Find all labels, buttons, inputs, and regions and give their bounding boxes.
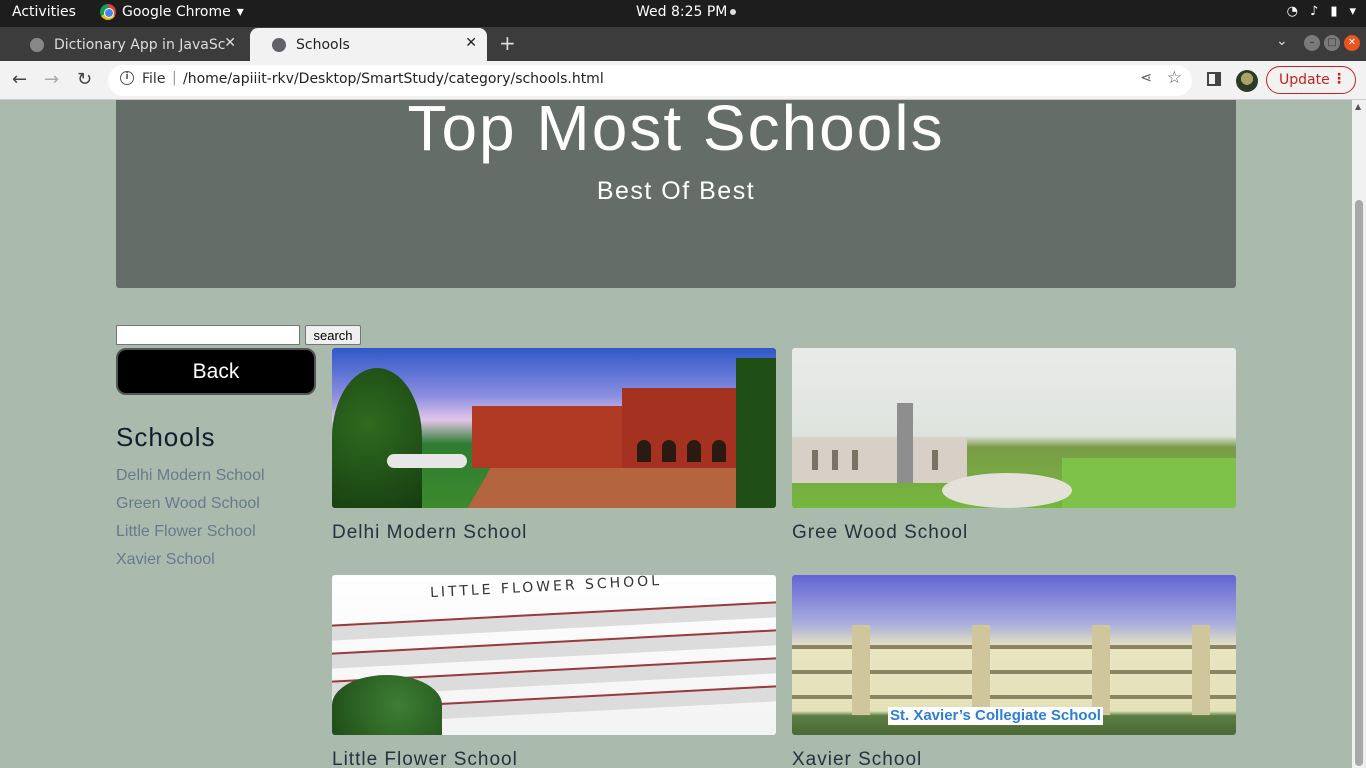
battery-icon: ▮ (1330, 4, 1338, 19)
page-viewport: Top Most Schools Best Of Best search Bac… (0, 100, 1366, 768)
profile-avatar[interactable] (1236, 70, 1258, 92)
maximize-icon[interactable]: □ (1324, 35, 1340, 51)
volume-icon: ♪ (1310, 4, 1319, 19)
window-shape (932, 450, 938, 470)
close-tab-icon[interactable]: ✕ (465, 35, 477, 51)
card-caption: Delhi Modern School (332, 522, 528, 543)
sidebar-link-list: Delhi Modern School Green Wood School Li… (116, 467, 265, 579)
scheme-label: File (142, 71, 166, 87)
sidebar-link-delhi-modern[interactable]: Delhi Modern School (116, 467, 265, 495)
tab-title: Dictionary App in JavaScr (54, 36, 226, 53)
hero-banner: Top Most Schools Best Of Best (116, 100, 1236, 288)
card-caption: Little Flower School (332, 749, 518, 768)
back-button[interactable]: Back (116, 348, 316, 395)
chrome-logo-icon (100, 4, 116, 20)
column-shape (852, 625, 870, 715)
window-shape (852, 450, 858, 470)
app-menu[interactable]: Google Chrome ▾ (100, 4, 244, 20)
notification-dot-icon (730, 9, 737, 15)
globe-icon (272, 37, 286, 52)
tree-shape (332, 675, 442, 735)
page-title: Top Most Schools (407, 100, 945, 164)
back-arrow-icon[interactable]: ← (12, 69, 27, 90)
share-icon[interactable]: ⋖ (1140, 70, 1152, 86)
school-card-green-wood[interactable]: Gree Wood School (792, 348, 1236, 544)
os-top-bar: Activities Google Chrome ▾ Wed 8:25 PM ◔… (0, 0, 1366, 27)
sidebar-heading: Schools (116, 422, 216, 452)
window-shape (812, 450, 818, 470)
info-icon[interactable]: i (120, 71, 134, 85)
wifi-icon: ◔ (1286, 4, 1299, 19)
update-button[interactable]: Update ⋮ (1266, 66, 1356, 94)
update-label: Update (1279, 72, 1330, 88)
tab-dictionary[interactable]: Dictionary App in JavaScr ✕ (8, 28, 246, 61)
search-button[interactable]: search (305, 325, 361, 345)
bookmark-star-icon[interactable]: ☆ (1167, 68, 1182, 88)
school-photo[interactable] (332, 348, 776, 508)
app-name: Google Chrome (122, 4, 231, 20)
school-card-delhi-modern[interactable]: Delhi Modern School (332, 348, 776, 544)
reload-icon[interactable]: ↻ (77, 69, 92, 90)
photo-caption: St. Xavier’s Collegiate School (888, 707, 1103, 725)
search-input[interactable] (116, 325, 300, 345)
system-tray[interactable]: ◔ ♪ ▮ ▾ (1287, 4, 1356, 19)
scroll-up-arrow-icon[interactable]: ▲ (1355, 102, 1361, 111)
vertical-scrollbar[interactable]: ▲ (1352, 100, 1366, 768)
column-shape (972, 625, 990, 715)
building-shape (792, 438, 967, 483)
divider: | (172, 70, 177, 86)
arch-shape (687, 440, 701, 462)
sidebar-link-xavier[interactable]: Xavier School (116, 551, 265, 579)
globe-icon (30, 37, 44, 52)
clock[interactable]: Wed 8:25 PM (636, 4, 737, 20)
plaza-shape (942, 473, 1072, 508)
power-menu-icon: ▾ (1349, 4, 1356, 19)
column-shape (1192, 625, 1210, 715)
close-window-icon[interactable]: ✕ (1344, 35, 1360, 51)
school-card-little-flower[interactable]: LITTLE FLOWER SCHOOL Little Flower Schoo… (332, 575, 776, 768)
dropdown-arrow-icon: ▾ (236, 4, 244, 20)
clock-tower-shape (897, 403, 913, 483)
tree-shape (332, 368, 422, 508)
school-photo[interactable] (792, 348, 1236, 508)
minimize-icon[interactable]: – (1304, 35, 1320, 51)
tab-strip: Dictionary App in JavaScr ✕ Schools ✕ + … (0, 27, 1366, 61)
school-photo[interactable]: St. Xavier’s Collegiate School (792, 575, 1236, 735)
jet-monument-shape (387, 454, 467, 468)
arch-shape (712, 440, 726, 462)
tab-schools[interactable]: Schools ✕ (250, 28, 487, 61)
page-subtitle: Best Of Best (596, 177, 756, 205)
tab-title: Schools (296, 36, 350, 53)
address-bar[interactable]: i File | /home/apiiit-rkv/Desktop/SmartS… (108, 65, 1192, 96)
arch-shape (637, 440, 651, 462)
building-sign: LITTLE FLOWER SCHOOL (429, 575, 663, 602)
clock-text: Wed 8:25 PM (636, 4, 728, 20)
kebab-menu-icon: ⋮ (1332, 71, 1346, 87)
arch-shape (662, 440, 676, 462)
card-caption: Gree Wood School (792, 522, 969, 543)
field-shape (1062, 458, 1236, 508)
sidebar-link-little-flower[interactable]: Little Flower School (116, 523, 265, 551)
url-text[interactable]: /home/apiiit-rkv/Desktop/SmartStudy/cate… (183, 71, 604, 87)
scrollbar-thumb[interactable] (1355, 200, 1363, 766)
window-shape (832, 450, 838, 470)
browser-toolbar: ← → ↻ i File | /home/apiiit-rkv/Desktop/… (0, 61, 1366, 100)
card-caption: Xavier School (792, 749, 923, 768)
school-card-xavier[interactable]: St. Xavier’s Collegiate School Xavier Sc… (792, 575, 1236, 768)
new-tab-plus-icon[interactable]: + (499, 31, 516, 55)
activities-button[interactable]: Activities (12, 4, 76, 20)
close-tab-icon[interactable]: ✕ (224, 35, 236, 51)
tree-shape (736, 358, 776, 508)
sidebar-link-green-wood[interactable]: Green Wood School (116, 495, 265, 523)
window-controls: – □ ✕ (1304, 35, 1360, 51)
column-shape (1092, 625, 1110, 715)
tab-search-chevron-icon[interactable]: ⌄ (1276, 33, 1288, 49)
side-panel-icon[interactable] (1207, 72, 1221, 86)
forward-arrow-icon[interactable]: → (44, 69, 59, 90)
school-photo[interactable]: LITTLE FLOWER SCHOOL (332, 575, 776, 735)
